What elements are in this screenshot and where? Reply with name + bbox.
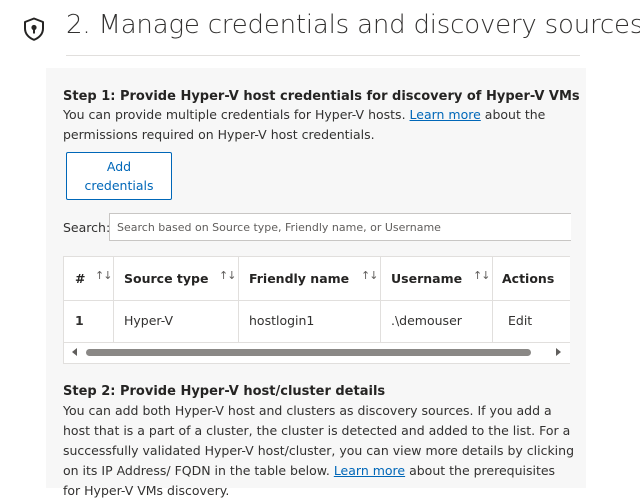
add-credentials-label-line1: Add (106, 159, 132, 174)
section-header: 2. Manage credentials and discovery sour… (0, 0, 640, 56)
column-header-username[interactable]: Username ↑↓ (381, 257, 493, 300)
column-header-actions: Actions (493, 257, 570, 300)
cell-source-type: Hyper-V (114, 300, 239, 342)
step1-heading: Step 1: Provide Hyper-V host credentials… (63, 89, 580, 104)
step2-description: You can add both Hyper-V host and cluste… (63, 401, 575, 501)
credentials-table: # ↑↓ Source type ↑↓ Friendly name ↑↓ Use… (63, 256, 570, 364)
table-row: 1 Hyper-V hostlogin1 .\demouser Edit (64, 300, 570, 343)
sort-icon: ↑↓ (219, 269, 236, 282)
cell-actions: Edit (493, 300, 570, 342)
search-input[interactable] (109, 213, 571, 241)
column-header-friendly-name[interactable]: Friendly name ↑↓ (239, 257, 381, 300)
cell-friendly-name: hostlogin1 (239, 300, 381, 342)
cell-number: 1 (64, 300, 114, 342)
column-label-actions: Actions (502, 271, 555, 286)
shield-lock-icon (24, 17, 44, 41)
step1-learn-more-link[interactable]: Learn more (410, 107, 481, 122)
sort-icon: ↑↓ (361, 269, 378, 282)
column-label-source-type: Source type (124, 271, 209, 286)
cell-username: .\demouser (381, 300, 493, 342)
table-header-row: # ↑↓ Source type ↑↓ Friendly name ↑↓ Use… (64, 257, 570, 301)
edit-link[interactable]: Edit (508, 313, 532, 328)
row-number: 1 (75, 313, 84, 328)
column-header-source-type[interactable]: Source type ↑↓ (114, 257, 239, 300)
row-username: .\demouser (391, 313, 462, 328)
sort-icon: ↑↓ (95, 269, 112, 282)
step1-text-a: You can provide multiple credentials for… (63, 107, 410, 122)
column-header-number[interactable]: # ↑↓ (64, 257, 114, 300)
step2-learn-more-link[interactable]: Learn more (334, 463, 405, 478)
scroll-left-arrow[interactable] (72, 348, 77, 356)
horizontal-scrollbar-thumb[interactable] (86, 349, 531, 356)
sort-icon: ↑↓ (473, 269, 490, 282)
search-label: Search: (63, 220, 111, 235)
scroll-right-arrow[interactable] (556, 348, 561, 356)
title-divider (66, 55, 580, 56)
column-label-friendly-name: Friendly name (249, 271, 350, 286)
page-title: 2. Manage credentials and discovery sour… (66, 10, 640, 40)
step1-description: You can provide multiple credentials for… (63, 105, 575, 145)
add-credentials-button[interactable]: Add credentials (66, 152, 172, 200)
column-label-username: Username (391, 271, 463, 286)
step2-heading: Step 2: Provide Hyper-V host/cluster det… (63, 384, 386, 399)
column-label-number: # (75, 271, 86, 286)
row-source-type: Hyper-V (124, 313, 174, 328)
add-credentials-label-line2: credentials (84, 178, 154, 193)
row-friendly-name: hostlogin1 (249, 313, 315, 328)
